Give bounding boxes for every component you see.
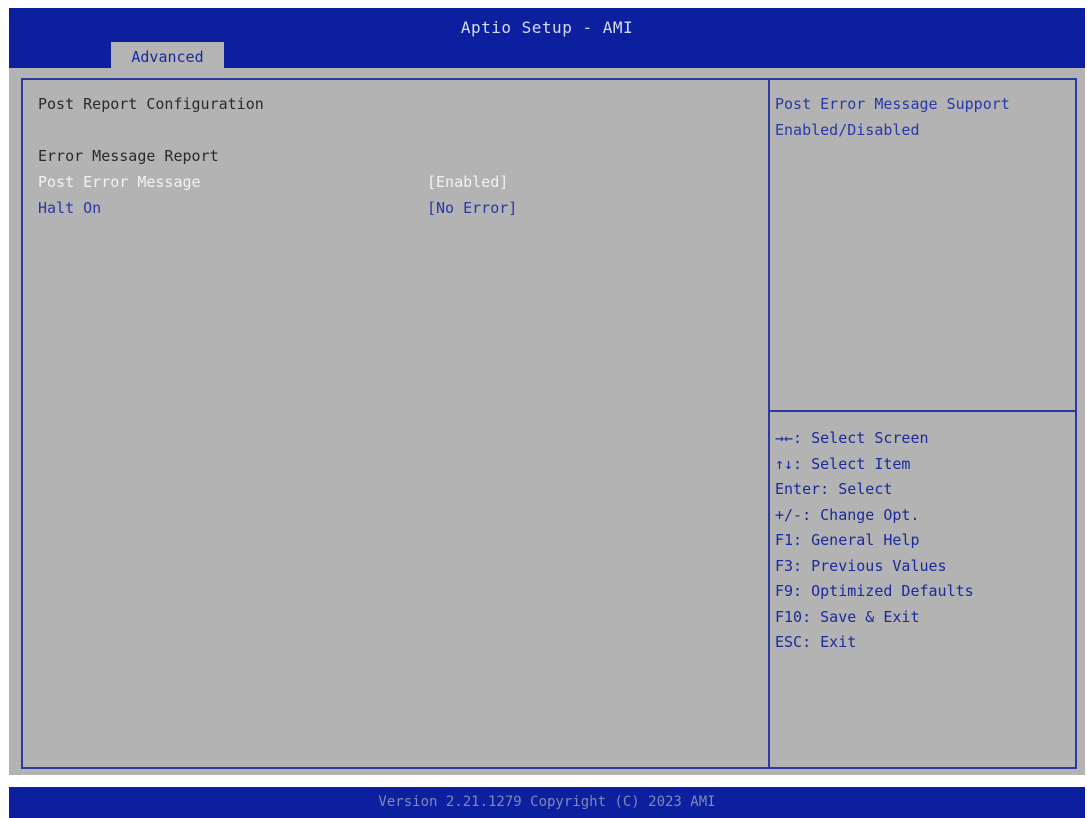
- title-bar: Aptio Setup - AMI Advanced: [9, 8, 1085, 72]
- help-text-line-2: Enabled/Disabled: [775, 121, 920, 139]
- version-footer: Version 2.21.1279 Copyright (C) 2023 AMI: [9, 787, 1085, 818]
- key-hint-optimized-defaults: F9: Optimized Defaults: [775, 582, 974, 600]
- option-halt-on-value[interactable]: [No Error]: [427, 199, 517, 217]
- vertical-divider: [768, 78, 770, 769]
- key-hint-select-screen: →←: Select Screen: [775, 429, 929, 447]
- help-divider: [770, 410, 1075, 412]
- help-text-line-1: Post Error Message Support: [775, 95, 1010, 113]
- key-hint-general-help: F1: General Help: [775, 531, 920, 549]
- main-panel: Post Report Configuration Error Message …: [9, 68, 1085, 775]
- key-hint-save-exit: F10: Save & Exit: [775, 608, 920, 626]
- option-post-error-message-label[interactable]: Post Error Message: [38, 173, 201, 191]
- key-hint-exit: ESC: Exit: [775, 633, 857, 651]
- key-hint-select-item: ↑↓: Select Item: [775, 455, 911, 473]
- option-halt-on-label[interactable]: Halt On: [38, 199, 101, 217]
- section-error-message-report: Error Message Report: [38, 147, 219, 165]
- option-post-error-message-value[interactable]: [Enabled]: [427, 173, 508, 191]
- key-hint-enter: Enter: Select: [775, 480, 893, 498]
- app-title: Aptio Setup - AMI: [460, 18, 634, 37]
- bios-setup-screen: Aptio Setup - AMI Advanced Post Report C…: [0, 0, 1087, 818]
- key-hint-change-opt: +/-: Change Opt.: [775, 506, 920, 524]
- page-title: Post Report Configuration: [38, 95, 264, 113]
- key-hint-previous-values: F3: Previous Values: [775, 557, 947, 575]
